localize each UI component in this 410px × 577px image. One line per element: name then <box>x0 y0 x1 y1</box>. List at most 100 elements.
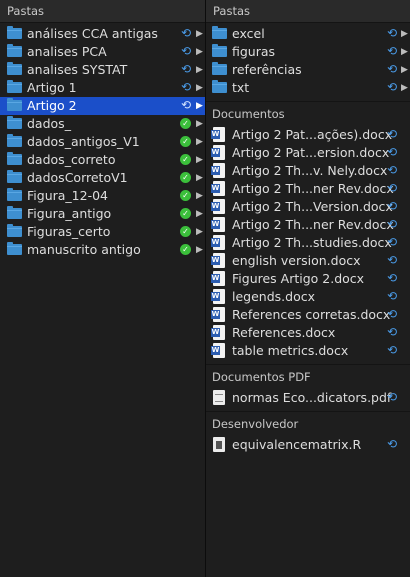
documents-section-header: Documentos <box>206 101 410 124</box>
folder-icon <box>7 26 22 39</box>
sync-icon: ⟲ <box>180 44 192 58</box>
document-name: References.docx <box>232 325 336 340</box>
subfolder-row[interactable]: excel ⟲ ▶ <box>206 25 410 43</box>
document-name: References corretas.docx <box>232 307 391 322</box>
chevron-right-icon[interactable]: ▶ <box>196 63 203 77</box>
chevron-right-icon[interactable]: ▶ <box>401 63 408 77</box>
folder-icon <box>212 80 227 93</box>
folder-row[interactable]: manuscrito antigo ✓ ▶ <box>0 241 205 259</box>
chevron-right-icon[interactable]: ▶ <box>196 99 203 113</box>
sync-icon: ⟲ <box>386 253 398 267</box>
subfolder-row[interactable]: txt ⟲ ▶ <box>206 79 410 97</box>
document-row[interactable]: Artigo 2 Pat...ersion.docx ⟲ <box>206 144 410 162</box>
left-pane-header: Pastas <box>0 0 205 23</box>
folder-icon <box>7 152 22 165</box>
document-row[interactable]: legends.docx ⟲ <box>206 288 410 306</box>
folder-name: Figura_antigo <box>27 206 112 221</box>
developer-file-row[interactable]: equivalencematrix.R ⟲ <box>206 436 410 454</box>
folder-row[interactable]: dadosCorretoV1 ✓ ▶ <box>0 169 205 187</box>
word-doc-icon <box>211 199 225 214</box>
sync-icon: ⟲ <box>386 80 398 94</box>
chevron-right-icon[interactable]: ▶ <box>401 45 408 59</box>
document-row[interactable]: Artigo 2 Pat...ações).docx ⟲ <box>206 126 410 144</box>
check-icon: ✓ <box>180 118 191 129</box>
word-doc-icon <box>211 325 225 340</box>
folder-icon <box>212 26 227 39</box>
folder-name: análises CCA antigas <box>27 26 158 41</box>
chevron-right-icon[interactable]: ▶ <box>196 81 203 95</box>
sync-icon: ⟲ <box>386 127 398 141</box>
chevron-right-icon[interactable]: ▶ <box>196 117 203 131</box>
document-row[interactable]: References corretas.docx ⟲ <box>206 306 410 324</box>
sync-icon: ⟲ <box>386 181 398 195</box>
subfolder-row[interactable]: referências ⟲ ▶ <box>206 61 410 79</box>
chevron-right-icon[interactable]: ▶ <box>196 207 203 221</box>
document-row[interactable]: Artigo 2 Th...ner Rev.docx ⟲ <box>206 180 410 198</box>
folder-icon <box>7 206 22 219</box>
word-doc-icon <box>211 127 225 142</box>
sync-icon: ⟲ <box>386 217 398 231</box>
chevron-right-icon[interactable]: ▶ <box>401 81 408 95</box>
chevron-right-icon[interactable]: ▶ <box>196 189 203 203</box>
word-doc-icon <box>211 289 225 304</box>
sync-icon: ⟲ <box>386 145 398 159</box>
sync-icon: ⟲ <box>386 26 398 40</box>
document-row[interactable]: english version.docx ⟲ <box>206 252 410 270</box>
folder-row[interactable]: dados_correto ✓ ▶ <box>0 151 205 169</box>
folder-row[interactable]: Figura_12-04 ✓ ▶ <box>0 187 205 205</box>
folder-row[interactable]: analises PCA ⟲ ▶ <box>0 43 205 61</box>
folder-name: Figura_12-04 <box>27 188 108 203</box>
folder-row[interactable]: dados_ ✓ ▶ <box>0 115 205 133</box>
document-row[interactable]: table metrics.docx ⟲ <box>206 342 410 360</box>
document-row[interactable]: References.docx ⟲ <box>206 324 410 342</box>
subfolder-row[interactable]: figuras ⟲ ▶ <box>206 43 410 61</box>
left-folder-pane: Pastas análises CCA antigas ⟲ ▶ analises… <box>0 0 206 577</box>
document-row[interactable]: Figures Artigo 2.docx ⟲ <box>206 270 410 288</box>
right-pane-header: Pastas <box>206 0 410 23</box>
subfolder-name: txt <box>232 80 250 95</box>
document-row[interactable]: Artigo 2 Th...Version.docx ⟲ <box>206 198 410 216</box>
folder-name: dados_correto <box>27 152 116 167</box>
chevron-right-icon[interactable]: ▶ <box>196 45 203 59</box>
chevron-right-icon[interactable]: ▶ <box>196 225 203 239</box>
document-row[interactable]: Artigo 2 Th...v. Nely.docx ⟲ <box>206 162 410 180</box>
chevron-right-icon[interactable]: ▶ <box>401 27 408 41</box>
folder-row[interactable]: dados_antigos_V1 ✓ ▶ <box>0 133 205 151</box>
folder-row[interactable]: Figuras_certo ✓ ▶ <box>0 223 205 241</box>
sync-icon: ⟲ <box>180 26 192 40</box>
folder-icon <box>7 62 22 75</box>
word-doc-icon <box>211 253 225 268</box>
folder-row[interactable]: analises SYSTAT ⟲ ▶ <box>0 61 205 79</box>
check-icon: ✓ <box>180 226 191 237</box>
word-doc-icon <box>211 343 225 358</box>
document-row[interactable]: Artigo 2 Th...ner Rev.docx ⟲ <box>206 216 410 234</box>
chevron-right-icon[interactable]: ▶ <box>196 153 203 167</box>
chevron-right-icon[interactable]: ▶ <box>196 27 203 41</box>
document-row[interactable]: Artigo 2 Th...studies.docx ⟲ <box>206 234 410 252</box>
developer-file-name: equivalencematrix.R <box>232 437 362 452</box>
sync-icon: ⟲ <box>386 62 398 76</box>
folder-row[interactable]: Artigo 1 ⟲ ▶ <box>0 79 205 97</box>
folder-row[interactable]: análises CCA antigas ⟲ ▶ <box>0 25 205 43</box>
folder-icon <box>7 44 22 57</box>
pdf-row[interactable]: normas Eco...dicators.pdf ⟲ <box>206 389 410 407</box>
folder-row[interactable]: Figura_antigo ✓ ▶ <box>0 205 205 223</box>
folder-icon <box>7 188 22 201</box>
chevron-right-icon[interactable]: ▶ <box>196 135 203 149</box>
word-doc-icon <box>211 271 225 286</box>
sync-icon: ⟲ <box>386 163 398 177</box>
document-name: Artigo 2 Th...ner Rev.docx <box>232 181 394 196</box>
folder-name: analises PCA <box>27 44 107 59</box>
document-name: Artigo 2 Pat...ações).docx <box>232 127 393 142</box>
chevron-right-icon[interactable]: ▶ <box>196 243 203 257</box>
subfolder-name: excel <box>232 26 265 41</box>
word-doc-icon <box>211 145 225 160</box>
folder-icon <box>7 134 22 147</box>
folder-row-selected[interactable]: Artigo 2 ⟲ ▶ <box>0 97 205 115</box>
pdf-name: normas Eco...dicators.pdf <box>232 390 392 405</box>
chevron-right-icon[interactable]: ▶ <box>196 171 203 185</box>
sync-icon: ⟲ <box>386 437 398 451</box>
folder-icon <box>212 44 227 57</box>
folder-icon <box>7 224 22 237</box>
documents-list: Artigo 2 Pat...ações).docx ⟲ Artigo 2 Pa… <box>206 124 410 360</box>
